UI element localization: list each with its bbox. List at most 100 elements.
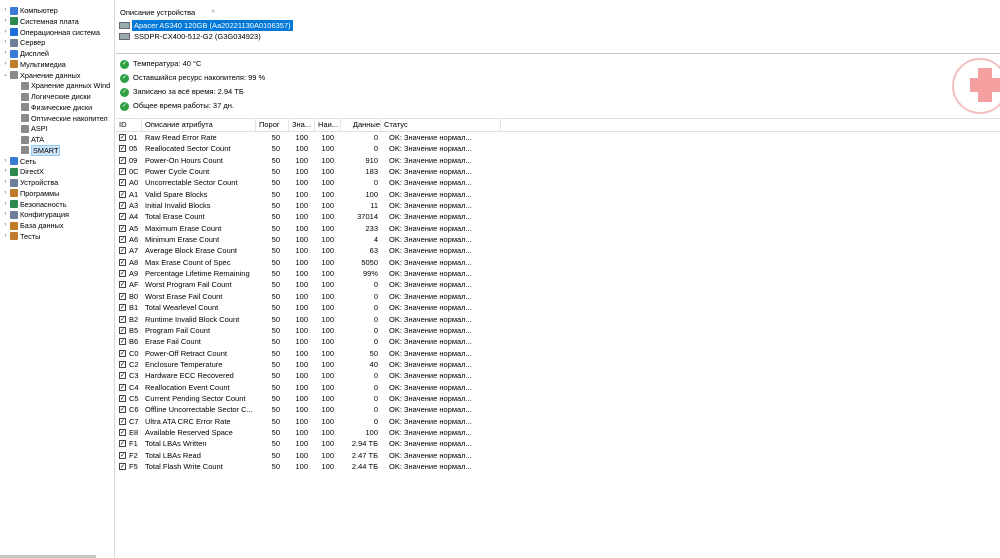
row-checkbox[interactable]: ✓ [119,406,126,414]
row-checkbox[interactable]: ✓ [119,213,126,221]
row-checkbox[interactable]: ✓ [119,247,126,255]
sidebar-item[interactable]: › Системная плата [2,16,79,27]
expand-arrow-icon[interactable]: › [2,37,9,48]
table-row[interactable]: ✓ B2 Runtime Invalid Block Count 50 100 100 0 O… [116,314,1000,325]
expand-arrow-icon[interactable]: › [2,59,9,70]
expand-arrow-icon[interactable]: › [2,27,9,38]
sidebar-item[interactable]: ATA [20,134,44,145]
sidebar-item[interactable]: Хранение данных Wind [20,80,110,91]
sidebar-item[interactable]: SMART [20,144,61,156]
table-row[interactable]: ✓ C3 Hardware ECC Recovered 50 100 100 0 OK: Зн… [116,370,1000,381]
row-checkbox[interactable]: ✓ [119,258,126,266]
column-header[interactable]: Статус [381,119,501,131]
column-header[interactable]: Наи... [315,119,341,131]
row-checkbox[interactable]: ✓ [119,326,126,334]
row-checkbox[interactable]: ✓ [119,202,126,210]
sidebar-item[interactable]: › Сервер [2,37,46,48]
column-header[interactable]: Зна... [289,119,315,131]
table-row[interactable]: ✓ F5 Total Flash Write Count 50 100 100 2.44 Т… [116,461,1000,472]
row-checkbox[interactable]: ✓ [119,338,126,346]
table-row[interactable]: ✓ 01 Raw Read Error Rate 50 100 100 0 OK: Значе… [116,132,1000,143]
sidebar-item[interactable]: › База данных [2,220,64,231]
table-row[interactable]: ✓ E8 Available Reserved Space 50 100 100 100 OK… [116,427,1000,438]
row-checkbox[interactable]: ✓ [119,145,126,153]
row-checkbox[interactable]: ✓ [119,168,126,176]
table-row[interactable]: ✓ A4 Total Erase Count 50 100 100 37014 OK: Зна… [116,211,1000,222]
row-checkbox[interactable]: ✓ [119,462,126,470]
expand-arrow-icon[interactable]: › [2,48,9,59]
table-row[interactable]: ✓ 05 Reallocated Sector Count 50 100 100 0 OK: … [116,143,1000,154]
sidebar-item[interactable]: Оптические накопител [20,113,108,124]
table-row[interactable]: ✓ C5 Current Pending Sector Count 50 100 100 0… [116,393,1000,404]
sidebar-item[interactable]: Логические диски [20,91,91,102]
sidebar-item[interactable]: › Конфигурация [2,209,69,220]
table-row[interactable]: ✓ A6 Minimum Erase Count 50 100 100 4 OK: Значе… [116,234,1000,245]
sidebar-item[interactable]: › Устройства [2,177,59,188]
table-row[interactable]: ✓ C7 Ultra ATA CRC Error Rate 50 100 100 0 OK: … [116,416,1000,427]
row-checkbox[interactable]: ✓ [119,190,126,198]
table-row[interactable]: ✓ 09 Power-On Hours Count 50 100 100 910 OK: Зн… [116,155,1000,166]
column-header[interactable]: ID [116,119,142,131]
expand-arrow-icon[interactable]: › [2,199,9,210]
sidebar-item[interactable]: › Операционная система [2,27,100,38]
expand-arrow-icon[interactable]: › [2,16,9,27]
expand-arrow-icon[interactable]: › [2,220,9,231]
sidebar-item[interactable]: › Мультимедиа [2,59,66,70]
sidebar-item[interactable]: ⌄ Хранение данных [2,70,81,81]
sidebar-item[interactable]: Физические диски [20,102,92,113]
row-checkbox[interactable]: ✓ [119,360,126,368]
table-row[interactable]: ✓ A1 Valid Spare Blocks 50 100 100 100 OK: Знач… [116,189,1000,200]
table-row[interactable]: ✓ A5 Maximum Erase Count 50 100 100 233 OK: Зна… [116,223,1000,234]
row-checkbox[interactable]: ✓ [119,315,126,323]
table-row[interactable]: ✓ AF Worst Program Fail Count 50 100 100 0 OK: … [116,279,1000,290]
row-checkbox[interactable]: ✓ [119,179,126,187]
table-row[interactable]: ✓ C6 Offline Uncorrectable Sector C... 50 10… [116,404,1000,415]
row-checkbox[interactable]: ✓ [119,292,126,300]
row-checkbox[interactable]: ✓ [119,304,126,312]
expand-arrow-icon[interactable]: ⌄ [2,70,9,81]
row-checkbox[interactable]: ✓ [119,417,126,425]
expand-arrow-icon[interactable]: › [2,231,9,242]
table-row[interactable]: ✓ A0 Uncorrectable Sector Count 50 100 100 0 OK… [116,177,1000,188]
sidebar-item[interactable]: › DirectX [2,166,44,177]
table-row[interactable]: ✓ F2 Total LBAs Read 50 100 100 2.47 ТБ OK: Зна… [116,450,1000,461]
table-row[interactable]: ✓ A3 Initial Invalid Blocks 50 100 100 11 OK: З… [116,200,1000,211]
table-row[interactable]: ✓ A7 Average Block Erase Count 50 100 100 63 OK… [116,245,1000,256]
device-item[interactable]: SSDPR-CX400-512-G2 (G3G034923) [116,31,293,42]
expand-arrow-icon[interactable]: › [2,188,9,199]
expand-arrow-icon[interactable]: › [2,209,9,220]
row-checkbox[interactable]: ✓ [119,428,126,436]
sidebar-item[interactable]: › Программы [2,188,60,199]
row-checkbox[interactable]: ✓ [119,440,126,448]
table-row[interactable]: ✓ F1 Total LBAs Written 50 100 100 2.94 ТБ OK: … [116,438,1000,449]
table-row[interactable]: ✓ C4 Reallocation Event Count 50 100 100 0 OK: … [116,382,1000,393]
sidebar-item[interactable]: › Компьютер [2,5,58,16]
table-row[interactable]: ✓ C2 Enclosure Temperature 50 100 100 40 OK: Зн… [116,359,1000,370]
row-checkbox[interactable]: ✓ [119,372,126,380]
row-checkbox[interactable]: ✓ [119,270,126,278]
column-header[interactable]: Описание атрибута [142,119,256,131]
expand-arrow-icon[interactable]: › [2,177,9,188]
navigation-tree[interactable]: › Компьютер › Системная плата › Операционная … [0,0,115,558]
table-row[interactable]: ✓ B0 Worst Erase Fail Count 50 100 100 0 OK: Зн… [116,291,1000,302]
table-row[interactable]: ✓ B6 Erase Fail Count 50 100 100 0 OK: Значение… [116,336,1000,347]
sidebar-item[interactable]: › Тесты [2,231,41,242]
device-item[interactable]: Apacer AS340 120GB (Aa20221130A0106357) [116,20,293,31]
expand-arrow-icon[interactable]: › [2,156,9,167]
row-checkbox[interactable]: ✓ [119,134,126,141]
sidebar-item[interactable]: ASPI [20,123,48,134]
sidebar-item[interactable]: › Безопасность [2,199,67,210]
row-checkbox[interactable]: ✓ [119,383,126,391]
table-row[interactable]: ✓ B5 Program Fail Count 50 100 100 0 OK: Значен… [116,325,1000,336]
column-header[interactable]: Данные [341,119,381,131]
row-checkbox[interactable]: ✓ [119,394,126,402]
row-checkbox[interactable]: ✓ [119,156,126,164]
row-checkbox[interactable]: ✓ [119,236,126,244]
expand-arrow-icon[interactable]: › [2,166,9,177]
column-header[interactable]: Порог [256,119,289,131]
sidebar-item[interactable]: › Дисплей [2,48,50,59]
row-checkbox[interactable]: ✓ [119,281,126,289]
sidebar-item[interactable]: › Сеть [2,156,37,167]
table-row[interactable]: ✓ A8 Max Erase Count of Spec 50 100 100 5050 OK… [116,257,1000,268]
table-row[interactable]: ✓ C0 Power-Off Retract Count 50 100 100 50 OK: … [116,348,1000,359]
